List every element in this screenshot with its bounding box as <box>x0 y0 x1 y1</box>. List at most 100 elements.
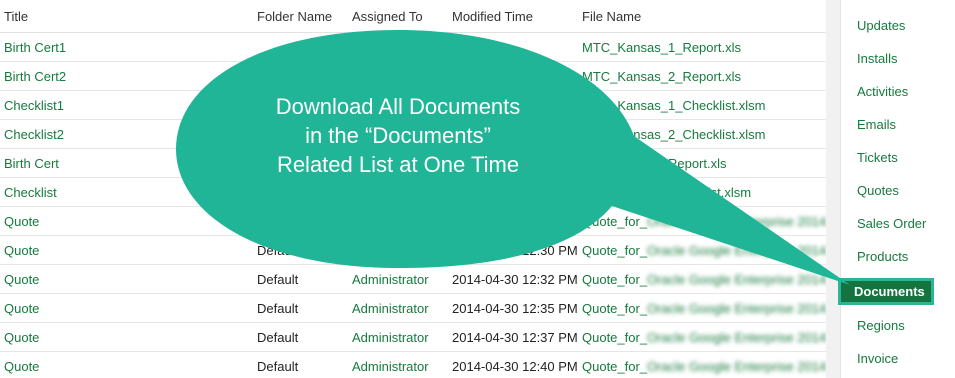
cell-file-name[interactable]: Quote_for_Oracle Google Enterprise 2014.… <box>578 235 826 265</box>
cell-folder-name: Default <box>253 322 348 352</box>
column-header-modified-time[interactable]: Modified Time <box>448 0 578 33</box>
cell-file-name-text: MTC_Kansas_2_Checklist.xlsm <box>582 126 766 142</box>
cell-assigned-to[interactable] <box>348 32 448 62</box>
cell-file-name[interactable]: Quote_for_Oracle Google Enterprise 2014.… <box>578 322 826 352</box>
cell-modified-time-text: 2014-04-30 12:35 PM <box>452 300 578 316</box>
sidebar-item-sales-order[interactable]: Sales Order <box>841 207 955 240</box>
cell-title-text: Checklist <box>4 184 57 200</box>
cell-assigned-to[interactable]: Administrator <box>348 293 448 323</box>
cell-assigned-to-text: Administrator <box>352 271 429 287</box>
sidebar-item-activities[interactable]: Activities <box>841 75 955 108</box>
cell-assigned-to[interactable] <box>348 61 448 91</box>
cell-assigned-to-text: Administrator <box>352 358 429 374</box>
cell-title[interactable]: Birth Cert <box>0 148 253 178</box>
cell-folder-name-text: Default <box>257 242 299 258</box>
cell-file-name-text: MTC_Kansas_Report.xls <box>582 155 727 171</box>
cell-file-name[interactable]: Quote_for_Oracle Google Enterprise 2014.… <box>578 264 826 294</box>
column-header-file-name[interactable]: File Name <box>578 0 826 33</box>
cell-assigned-to[interactable]: Administrator <box>348 322 448 352</box>
cell-title[interactable]: Quote <box>0 206 253 236</box>
table-row: Birth Cert1 MTC_Kansas_1_Report.xls <box>0 32 826 62</box>
blurred-file-name: Oracle Google Enterprise 2014.docx <box>647 213 826 229</box>
cell-title[interactable]: Checklist1 <box>0 90 253 120</box>
cell-file-name-text: MTC_Kansas_1_Checklist.xlsm <box>582 97 766 113</box>
cell-title[interactable]: Quote <box>0 264 253 294</box>
table-row: Quote Quote_for_Oracle Google Enterprise … <box>0 206 826 236</box>
cell-title[interactable]: Birth Cert2 <box>0 61 253 91</box>
table-row: Quote Default Administrator 2014-04-30 12:3… <box>0 293 826 323</box>
panel-divider <box>826 0 840 378</box>
column-header-folder-name[interactable]: Folder Name <box>253 0 348 33</box>
cell-title[interactable]: Birth Cert1 <box>0 32 253 62</box>
cell-file-name[interactable]: Quote_for_Oracle Google Enterprise 2014.… <box>578 351 826 378</box>
cell-file-name[interactable]: MTC_Kansas_1_Report.xls <box>578 32 826 62</box>
cell-modified-time-text: 2014-04-30 12:37 PM <box>452 329 578 345</box>
blurred-file-name: Oracle Google Enterprise 2014.docx <box>647 271 826 287</box>
blurred-file-name: Oracle Google Enterprise 2014.docx <box>647 329 826 345</box>
table-row: Birth Cert2 MTC_Kansas_2_Report.xls <box>0 61 826 91</box>
cell-folder-name <box>253 177 348 207</box>
blurred-file-name: Oracle Google Enterprise 2014.docx <box>647 358 826 374</box>
cell-title-text: Birth Cert <box>4 155 59 171</box>
cell-assigned-to[interactable]: Administrator <box>348 351 448 378</box>
sidebar-item-updates[interactable]: Updates <box>841 9 955 42</box>
cell-modified-time: 2014-04-30 12:32 PM <box>448 264 578 294</box>
column-header-assigned-to[interactable]: Assigned To <box>348 0 448 33</box>
cell-title[interactable]: Quote <box>0 351 253 378</box>
blurred-file-name: Oracle Google Enterprise 2014.docx <box>647 242 826 258</box>
callout-text: Download All Documents in the “Documents… <box>236 92 560 179</box>
sidebar-item-emails[interactable]: Emails <box>841 108 955 141</box>
sidebar-item-regions[interactable]: Regions <box>841 309 955 342</box>
cell-file-name-text: MTC_Kansas_1_Report.xls <box>582 39 741 55</box>
sidebar-item-installs[interactable]: Installs <box>841 42 955 75</box>
cell-assigned-to[interactable] <box>348 177 448 207</box>
cell-file-name-text: Quote_for_ <box>582 329 648 345</box>
cell-title[interactable]: Checklist2 <box>0 119 253 149</box>
cell-title-text: Birth Cert1 <box>4 39 67 55</box>
cell-file-name[interactable]: MTC_Kansas_Report.xls <box>578 148 826 178</box>
sidebar-item-documents[interactable]: Documents <box>838 278 934 305</box>
cell-file-name[interactable]: Quote_for_Oracle Google Enterprise 2014.… <box>578 206 826 236</box>
cell-modified-time-text: 2014-04-30 12:30 PM <box>452 242 578 258</box>
cell-title-text: Quote <box>4 358 40 374</box>
cell-title[interactable]: Checklist <box>0 177 253 207</box>
table-row: Checklist MTC_Kansas_Checklist.xlsm <box>0 177 826 207</box>
cell-folder-name <box>253 32 348 62</box>
cell-file-name[interactable]: MTC_Kansas_2_Report.xls <box>578 61 826 91</box>
cell-file-name[interactable]: Quote_for_Oracle Google Enterprise 2014.… <box>578 293 826 323</box>
cell-title-text: Quote <box>4 300 40 316</box>
cell-title-text: Quote <box>4 242 40 258</box>
cell-title[interactable]: Quote <box>0 235 253 265</box>
cell-assigned-to[interactable]: Administrator <box>348 235 448 265</box>
cell-modified-time: 2014-04-30 12:37 PM <box>448 322 578 352</box>
cell-file-name-text: MTC_Kansas_Checklist.xlsm <box>582 184 752 200</box>
cell-modified-time: 2014-04-30 12:40 PM <box>448 351 578 378</box>
cell-file-name[interactable]: MTC_Kansas_Checklist.xlsm <box>578 177 826 207</box>
cell-folder-name: Default <box>253 351 348 378</box>
sidebar-item-quotes[interactable]: Quotes <box>841 174 955 207</box>
cell-file-name[interactable]: MTC_Kansas_1_Checklist.xlsm <box>578 90 826 120</box>
cell-title[interactable]: Quote <box>0 293 253 323</box>
callout-line-1: Download All Documents <box>275 94 521 119</box>
callout-line-3: Related List at One Time <box>276 152 520 177</box>
column-header-title[interactable]: Title <box>0 0 253 33</box>
cell-modified-time <box>448 206 578 236</box>
cell-modified-time-text: 2014-04-30 12:32 PM <box>452 271 578 287</box>
cell-file-name[interactable]: MTC_Kansas_2_Checklist.xlsm <box>578 119 826 149</box>
cell-folder-name <box>253 61 348 91</box>
cell-file-name-text: Quote_for_ <box>582 213 648 229</box>
cell-assigned-to[interactable] <box>348 206 448 236</box>
cell-folder-name-text: Default <box>257 300 299 316</box>
cell-modified-time <box>448 61 578 91</box>
sidebar-item-products[interactable]: Products <box>841 240 955 273</box>
cell-title[interactable]: Quote <box>0 322 253 352</box>
cell-modified-time: 2014-04-30 12:30 PM <box>448 235 578 265</box>
cell-file-name-text: Quote_for_ <box>582 358 648 374</box>
sidebar-item-invoice[interactable]: Invoice <box>841 342 955 375</box>
cell-assigned-to[interactable]: Administrator <box>348 264 448 294</box>
cell-title-text: Checklist1 <box>4 97 64 113</box>
cell-folder-name-text: Default <box>257 271 299 287</box>
cell-title-text: Quote <box>4 329 40 345</box>
sidebar-item-tickets[interactable]: Tickets <box>841 141 955 174</box>
blurred-file-name: Oracle Google Enterprise 2014.docx <box>647 300 826 316</box>
